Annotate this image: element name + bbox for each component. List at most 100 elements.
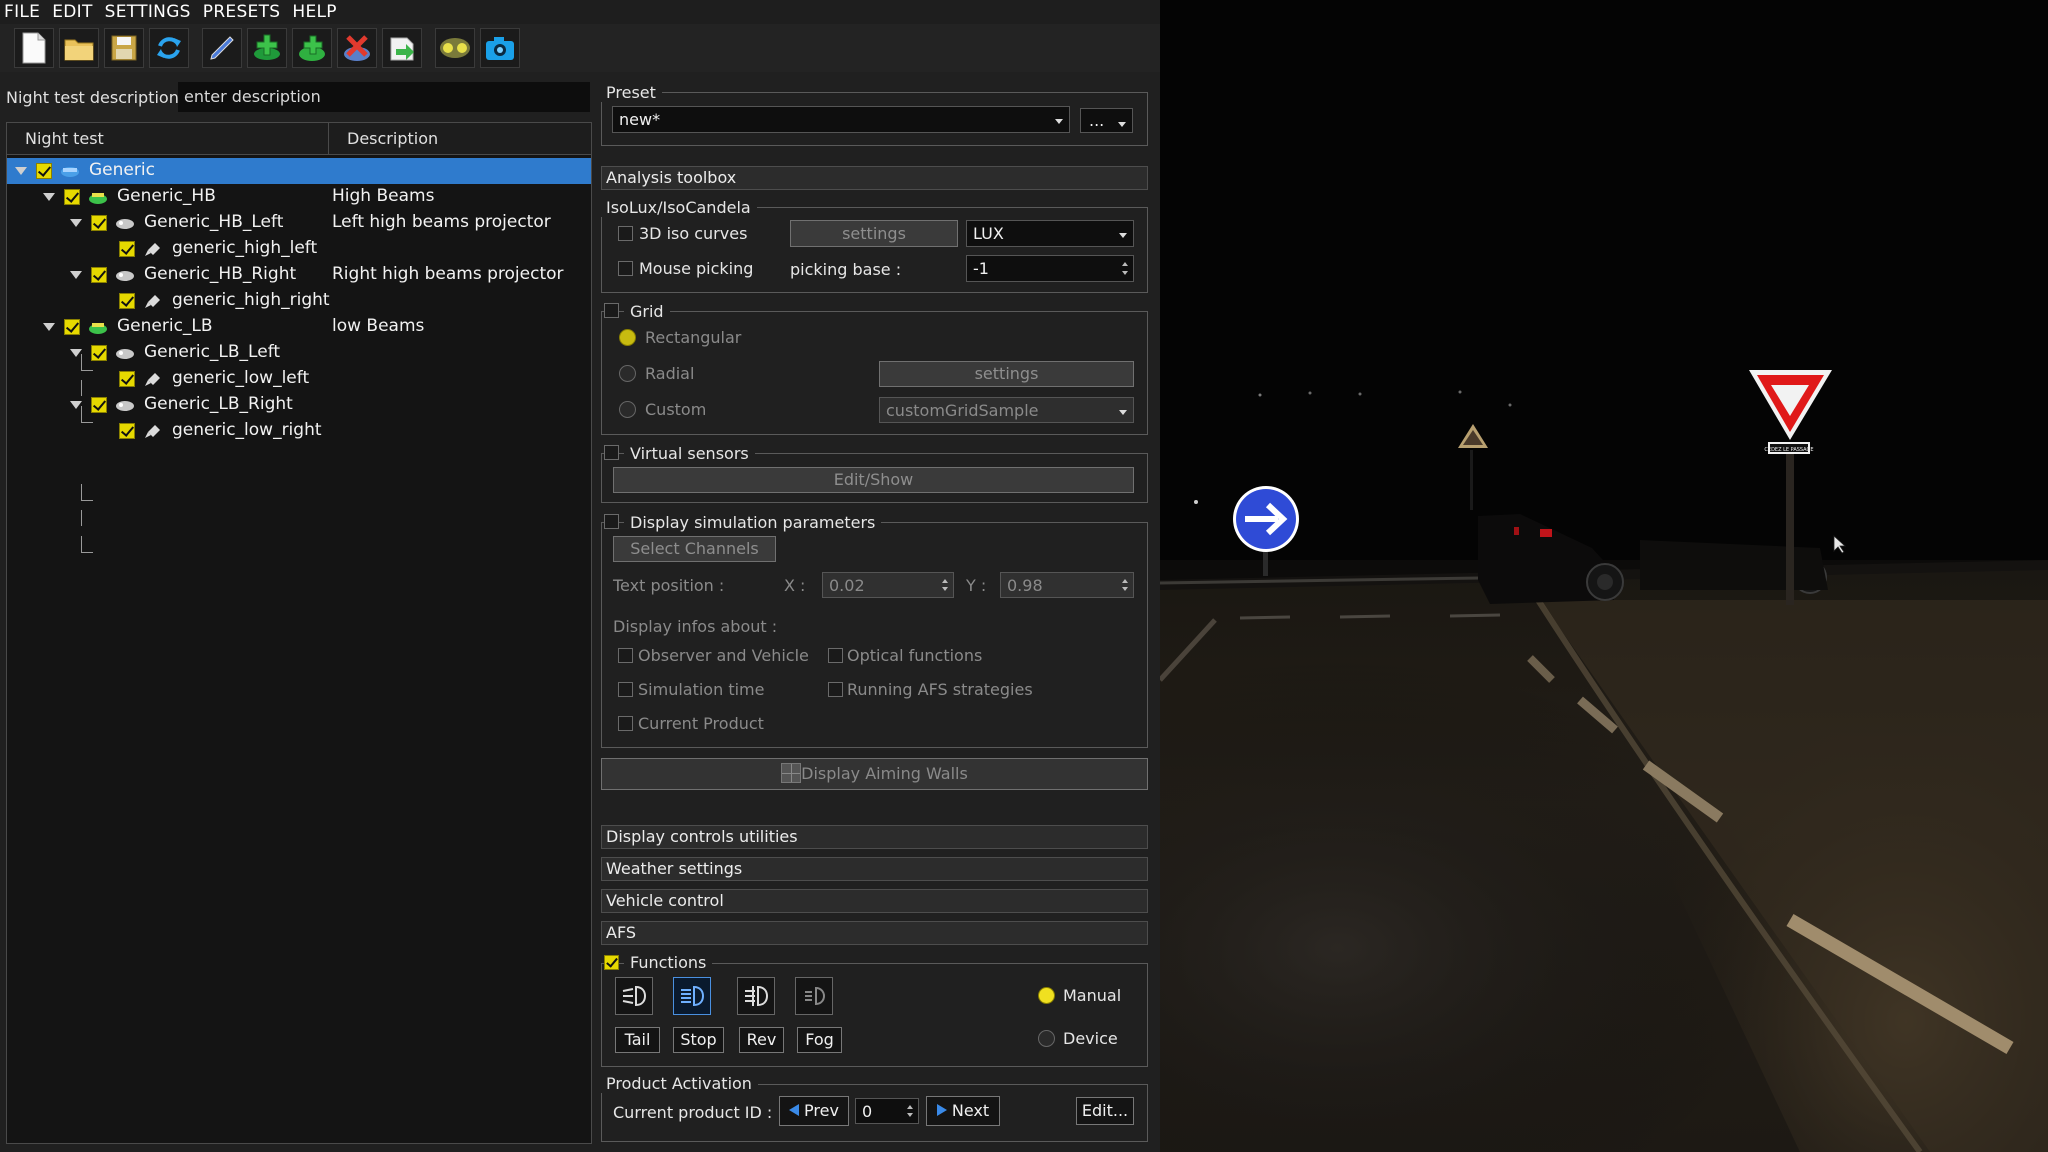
menu-presets[interactable]: PRESETS [199, 2, 289, 22]
open-folder-icon[interactable] [59, 28, 99, 68]
unit-select[interactable]: LUX [966, 220, 1134, 247]
text-position-y-spinner[interactable]: 0.98 [1000, 572, 1134, 598]
preset-more-button[interactable]: ... [1080, 108, 1133, 133]
manual-radio[interactable] [1038, 987, 1055, 1004]
rev-button[interactable]: Rev [739, 1027, 784, 1053]
menu-help[interactable]: HELP [288, 2, 344, 22]
prev-button[interactable]: Prev [779, 1096, 849, 1126]
edit-pen-icon[interactable] [202, 28, 242, 68]
column-description[interactable]: Description [329, 123, 589, 155]
virtual-sensors-checkbox[interactable] [604, 445, 619, 460]
display-aiming-walls-button[interactable]: Display Aiming Walls [601, 758, 1148, 790]
expand-arrow-icon[interactable] [43, 193, 55, 201]
row-checkbox[interactable] [119, 371, 135, 387]
row-checkbox[interactable] [119, 423, 135, 439]
spin-down-icon[interactable] [942, 587, 948, 591]
afs-strategies-checkbox[interactable] [828, 682, 843, 697]
iso-settings-button[interactable]: settings [790, 220, 958, 247]
save-icon[interactable] [104, 28, 144, 68]
weather-settings-header[interactable]: Weather settings [601, 857, 1148, 881]
edit-show-button[interactable]: Edit/Show [613, 467, 1134, 493]
tree-row-generic-hb-right[interactable]: Generic_HB_Right Right high beams projec… [7, 262, 591, 288]
expand-arrow-icon[interactable] [15, 167, 27, 175]
grid-checkbox[interactable] [604, 303, 619, 318]
product-id-spinner[interactable]: 0 [855, 1098, 919, 1124]
afs-header[interactable]: AFS [601, 921, 1148, 945]
spin-down-icon[interactable] [1122, 587, 1128, 591]
text-position-x-spinner[interactable]: 0.02 [822, 572, 954, 598]
spin-down-icon[interactable] [907, 1113, 913, 1117]
row-checkbox[interactable] [64, 319, 80, 335]
tree-row-generic-hb[interactable]: Generic_HB High Beams [7, 184, 591, 210]
spin-down-icon[interactable] [1122, 271, 1128, 275]
spin-up-icon[interactable] [942, 579, 948, 583]
row-checkbox[interactable] [119, 293, 135, 309]
new-file-icon[interactable] [14, 28, 54, 68]
expand-arrow-icon[interactable] [70, 401, 82, 409]
preset-select[interactable]: new* [612, 106, 1070, 133]
column-night-test[interactable]: Night test [7, 123, 329, 155]
observer-checkbox[interactable] [618, 648, 633, 663]
export-icon[interactable] [382, 28, 422, 68]
tree-row-generic-low-right[interactable]: generic_low_right [7, 418, 591, 444]
display-controls-header[interactable]: Display controls utilities [601, 825, 1148, 849]
mouse-picking-checkbox[interactable] [618, 261, 633, 276]
expand-arrow-icon[interactable] [70, 219, 82, 227]
row-checkbox[interactable] [36, 163, 52, 179]
simulation-time-checkbox[interactable] [618, 682, 633, 697]
expand-arrow-icon[interactable] [43, 323, 55, 331]
fog-lamp-icon[interactable] [737, 977, 775, 1015]
fog-button[interactable]: Fog [797, 1027, 842, 1053]
row-checkbox[interactable] [91, 215, 107, 231]
low-beam-icon[interactable] [615, 977, 653, 1015]
tree-row-generic-low-left[interactable]: generic_low_left [7, 366, 591, 392]
high-beam-icon[interactable] [673, 977, 711, 1015]
tail-button[interactable]: Tail [615, 1027, 660, 1053]
row-checkbox[interactable] [119, 241, 135, 257]
next-button[interactable]: Next [926, 1096, 1000, 1126]
custom-grid-select[interactable]: customGridSample [879, 397, 1134, 423]
tree-row-generic[interactable]: Generic [7, 158, 591, 184]
delete-icon[interactable] [337, 28, 377, 68]
row-checkbox[interactable] [91, 267, 107, 283]
expand-arrow-icon[interactable] [70, 349, 82, 357]
spin-up-icon[interactable] [1122, 262, 1128, 266]
headlamp-icon[interactable] [435, 28, 475, 68]
night-test-description-input[interactable]: enter description [178, 82, 590, 112]
tree-row-generic-lb[interactable]: Generic_LB low Beams [7, 314, 591, 340]
radial-radio[interactable] [619, 365, 636, 382]
rectangular-radio[interactable] [619, 329, 636, 346]
spin-up-icon[interactable] [907, 1105, 913, 1109]
tree-row-generic-high-left[interactable]: generic_high_left [7, 236, 591, 262]
row-checkbox[interactable] [64, 189, 80, 205]
custom-radio[interactable] [619, 401, 636, 418]
current-product-checkbox[interactable] [618, 716, 633, 731]
position-lamp-icon[interactable] [795, 977, 833, 1015]
device-radio[interactable] [1038, 1030, 1055, 1047]
analysis-toolbox-header[interactable]: Analysis toolbox [601, 166, 1148, 190]
add-green-icon[interactable] [247, 28, 287, 68]
menu-edit[interactable]: EDIT [48, 2, 100, 22]
night-scene-viewport[interactable]: CÉDEZ LE PASSAGE [1160, 0, 2048, 1152]
menu-settings[interactable]: SETTINGS [101, 2, 199, 22]
row-checkbox[interactable] [91, 345, 107, 361]
stop-button[interactable]: Stop [673, 1027, 724, 1053]
display-simulation-checkbox[interactable] [604, 514, 619, 529]
select-channels-button[interactable]: Select Channels [613, 536, 776, 562]
functions-checkbox[interactable] [604, 955, 619, 970]
tree-row-generic-hb-left[interactable]: Generic_HB_Left Left high beams projecto… [7, 210, 591, 236]
tree-row-generic-lb-left[interactable]: Generic_LB_Left [7, 340, 591, 366]
tree-row-generic-lb-right[interactable]: Generic_LB_Right [7, 392, 591, 418]
optical-functions-checkbox[interactable] [828, 648, 843, 663]
add-headlamp-icon[interactable] [292, 28, 332, 68]
tree-row-generic-high-right[interactable]: generic_high_right [7, 288, 591, 314]
iso-curves-checkbox[interactable] [618, 226, 633, 241]
vehicle-control-header[interactable]: Vehicle control [601, 889, 1148, 913]
edit-product-button[interactable]: Edit... [1076, 1097, 1134, 1125]
menu-file[interactable]: FILE [0, 2, 48, 22]
camera-icon[interactable] [480, 28, 520, 68]
row-checkbox[interactable] [91, 397, 107, 413]
spin-up-icon[interactable] [1122, 579, 1128, 583]
refresh-icon[interactable] [149, 28, 189, 68]
expand-arrow-icon[interactable] [70, 271, 82, 279]
